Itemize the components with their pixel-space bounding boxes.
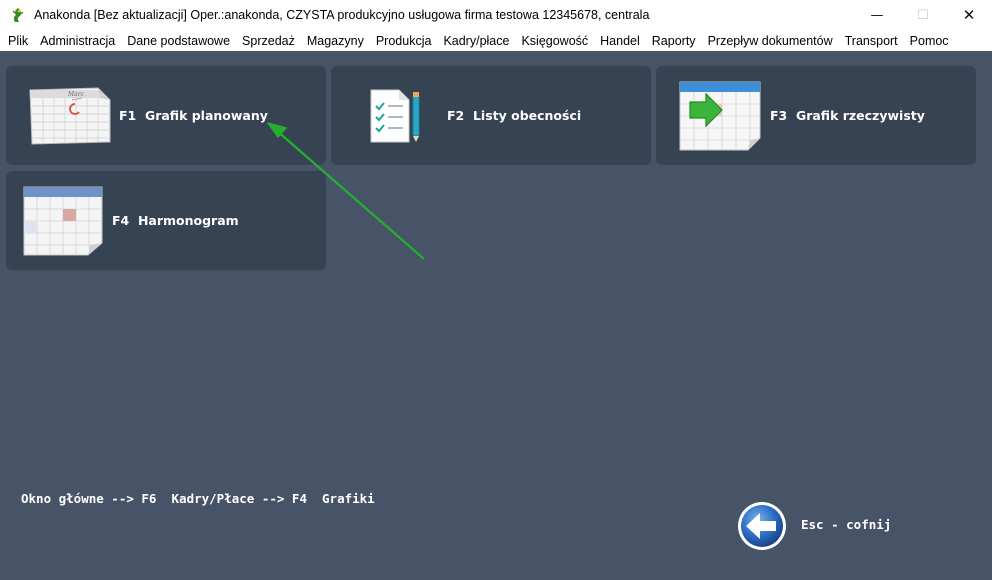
tile-f1-label: F1 Grafik planowany (119, 108, 268, 123)
schedule-icon (23, 186, 103, 256)
calendar-icon: Marc (29, 87, 111, 145)
app-logo-icon (12, 8, 24, 22)
menu-item-magazyny[interactable]: Magazyny (301, 34, 370, 48)
menu-item-handel[interactable]: Handel (594, 34, 646, 48)
menu-item-sprzedaz[interactable]: Sprzedaż (236, 34, 301, 48)
close-button[interactable]: ✕ (946, 0, 992, 30)
tile-f4-label: F4 Harmonogram (112, 213, 239, 228)
menu-item-przeplyw-dokumentow[interactable]: Przepływ dokumentów (702, 34, 839, 48)
menu-item-kadry-place[interactable]: Kadry/płace (437, 34, 515, 48)
breadcrumb: Okno główne --> F6 Kadry/Płace --> F4 Gr… (21, 491, 375, 506)
window-title: Anakonda [Bez aktualizacji] Oper.:anakon… (34, 8, 650, 22)
back-arrow-icon[interactable] (736, 500, 788, 552)
menu-item-transport[interactable]: Transport (839, 34, 904, 48)
tile-f2-label: F2 Listy obecności (447, 108, 582, 123)
maximize-button[interactable]: ☐ (900, 0, 946, 30)
svg-text:Marc: Marc (67, 91, 85, 98)
menu-item-produkcja[interactable]: Produkcja (370, 34, 438, 48)
back-label[interactable]: Esc - cofnij (801, 517, 891, 532)
tile-f3-grafik-rzeczywisty[interactable]: F3 Grafik rzeczywisty (656, 66, 976, 165)
menu-item-raporty[interactable]: Raporty (646, 34, 702, 48)
minimize-button[interactable]: — (854, 0, 900, 30)
tile-f4-harmonogram[interactable]: F4 Harmonogram (6, 171, 326, 270)
menu-item-pomoc[interactable]: Pomoc (904, 34, 955, 48)
menu-item-administracja[interactable]: Administracja (34, 34, 121, 48)
main-content: Marc F1 Grafik planowany F2 Listy obecno… (0, 51, 992, 580)
menu-bar: Plik Administracja Dane podstawowe Sprze… (0, 30, 992, 51)
calendar-arrow-icon (679, 81, 761, 151)
menu-item-plik[interactable]: Plik (2, 34, 34, 48)
tile-f3-label: F3 Grafik rzeczywisty (770, 108, 925, 123)
tile-f1-grafik-planowany[interactable]: Marc F1 Grafik planowany (6, 66, 326, 165)
tile-f2-listy-obecnosci[interactable]: F2 Listy obecności (331, 66, 651, 165)
menu-item-dane-podstawowe[interactable]: Dane podstawowe (121, 34, 236, 48)
menu-item-ksiegowosc[interactable]: Księgowość (515, 34, 594, 48)
title-bar: Anakonda [Bez aktualizacji] Oper.:anakon… (0, 0, 992, 30)
checklist-icon (370, 89, 420, 143)
